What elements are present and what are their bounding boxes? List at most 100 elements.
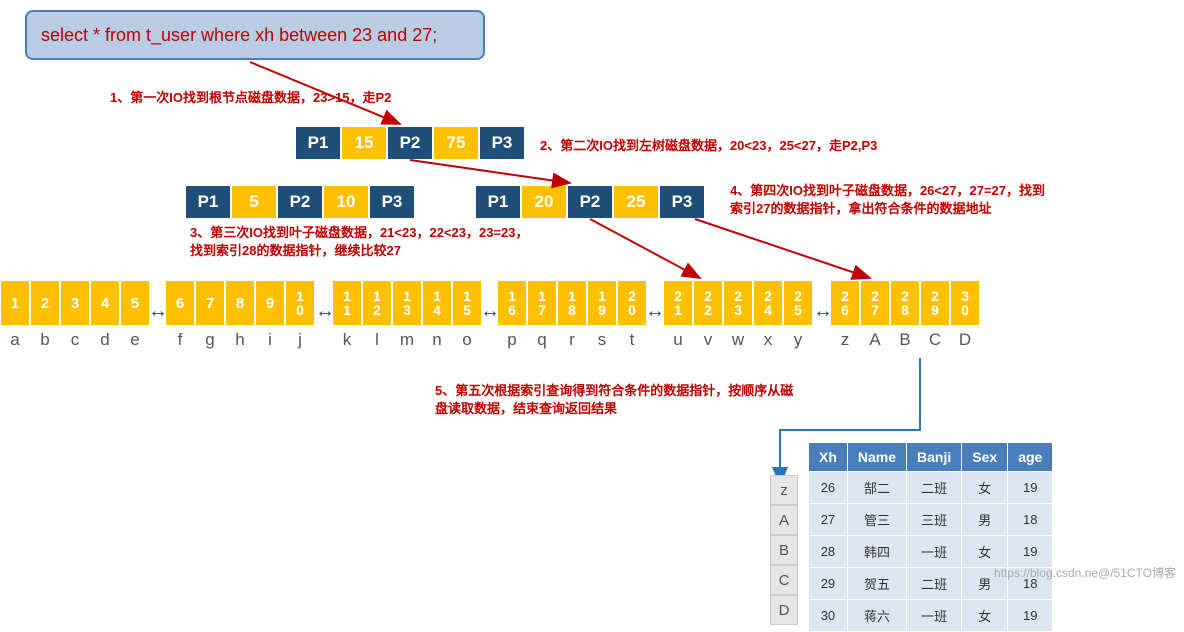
leaf-value: j: [285, 326, 315, 354]
th-banji: Banji: [907, 443, 962, 472]
annotation-5-line1: 5、第五次根据索引查询得到符合条件的数据指针，按顺序从磁: [435, 380, 793, 399]
leaf-block: 12345abcde: [0, 280, 150, 354]
table-cell: 男: [962, 504, 1008, 536]
th-sex: Sex: [962, 443, 1008, 472]
annotation-4-line1: 4、第四次IO找到叶子磁盘数据，26<27，27=27，找到: [730, 180, 1045, 199]
annotation-1: 1、第一次IO找到根节点磁盘数据，23>15，走P2: [110, 87, 391, 106]
leaf-value: k: [332, 326, 362, 354]
table-row: 30蒋六一班女19: [809, 600, 1053, 632]
leaf-value: h: [225, 326, 255, 354]
annotation-3-line1: 3、第三次IO找到叶子磁盘数据，21<23，22<23，23=23，: [190, 222, 529, 241]
watermark: https://blog.csdn.ne@/51CTO博客: [994, 564, 1176, 581]
leaf-value: q: [527, 326, 557, 354]
row-label: D: [770, 595, 798, 625]
leaf-link-icon: ↔: [148, 300, 168, 323]
row-label: C: [770, 565, 798, 595]
btree-root-node: P1 15 P2 75 P3: [295, 126, 525, 160]
leaf-value: B: [890, 326, 920, 354]
leaf-value: A: [860, 326, 890, 354]
leaf-key: 25: [783, 280, 813, 326]
table-row: 26郜二二班女19: [809, 472, 1053, 504]
root-k1: 15: [341, 126, 387, 160]
leaf-value: x: [753, 326, 783, 354]
leaf-key: 13: [392, 280, 422, 326]
leaf-value: r: [557, 326, 587, 354]
leaf-key: 24: [753, 280, 783, 326]
table-cell: 19: [1008, 536, 1053, 568]
leaf-block: 1112131415klmno: [332, 280, 482, 354]
l2l-p2: P2: [277, 185, 323, 219]
row-label: B: [770, 535, 798, 565]
leaf-value: o: [452, 326, 482, 354]
leaf-key: 2: [30, 280, 60, 326]
leaf-key: 4: [90, 280, 120, 326]
leaf-key: 6: [165, 280, 195, 326]
l2r-k1: 20: [521, 185, 567, 219]
leaf-key: 19: [587, 280, 617, 326]
table-row: 27管三三班男18: [809, 504, 1053, 536]
leaf-value: C: [920, 326, 950, 354]
leaf-value: s: [587, 326, 617, 354]
leaf-key: 14: [422, 280, 452, 326]
leaf-key: 1: [0, 280, 30, 326]
leaf-key: 9: [255, 280, 285, 326]
leaf-key: 15: [452, 280, 482, 326]
leaf-value: i: [255, 326, 285, 354]
btree-level2-right: P1 20 P2 25 P3: [475, 185, 705, 219]
leaf-link-icon: ↔: [480, 300, 500, 323]
leaf-value: p: [497, 326, 527, 354]
table-cell: 18: [1008, 504, 1053, 536]
leaf-value: v: [693, 326, 723, 354]
leaf-key: 18: [557, 280, 587, 326]
leaf-block: 2122232425uvwxy: [663, 280, 813, 354]
leaf-value: n: [422, 326, 452, 354]
l2l-p3: P3: [369, 185, 415, 219]
table-cell: 女: [962, 472, 1008, 504]
row-labels: z A B C D: [770, 475, 798, 625]
leaf-value: e: [120, 326, 150, 354]
table-cell: 蒋六: [847, 600, 906, 632]
leaf-key: 21: [663, 280, 693, 326]
table-row: 28韩四一班女19: [809, 536, 1053, 568]
table-cell: 女: [962, 600, 1008, 632]
row-label: z: [770, 475, 798, 505]
leaf-link-icon: ↔: [315, 300, 335, 323]
annotation-3-line2: 找到索引28的数据指针，继续比较27: [190, 240, 401, 259]
leaf-key: 3: [60, 280, 90, 326]
annotation-2: 2、第二次IO找到左树磁盘数据，20<23，25<27，走P2,P3: [540, 135, 877, 154]
th-name: Name: [847, 443, 906, 472]
annotation-4-line2: 索引27的数据指针，拿出符合条件的数据地址: [730, 198, 991, 217]
leaf-value: l: [362, 326, 392, 354]
table-cell: 19: [1008, 472, 1053, 504]
leaf-value: b: [30, 326, 60, 354]
leaf-block: 1617181920pqrst: [497, 280, 647, 354]
l2r-p2: P2: [567, 185, 613, 219]
annotation-5-line2: 盘读取数据，结束查询返回结果: [435, 398, 617, 417]
leaf-value: f: [165, 326, 195, 354]
l2r-k2: 25: [613, 185, 659, 219]
leaf-value: z: [830, 326, 860, 354]
table-cell: 管三: [847, 504, 906, 536]
l2r-p1: P1: [475, 185, 521, 219]
leaf-value: g: [195, 326, 225, 354]
table-cell: 28: [809, 536, 848, 568]
th-xh: Xh: [809, 443, 848, 472]
leaf-value: m: [392, 326, 422, 354]
th-age: age: [1008, 443, 1053, 472]
leaf-value: y: [783, 326, 813, 354]
root-p1: P1: [295, 126, 341, 160]
leaf-key: 22: [693, 280, 723, 326]
leaf-key: 27: [860, 280, 890, 326]
row-label: A: [770, 505, 798, 535]
leaf-value: c: [60, 326, 90, 354]
l2l-p1: P1: [185, 185, 231, 219]
table-cell: 一班: [907, 536, 962, 568]
leaf-key: 7: [195, 280, 225, 326]
leaf-block: 2627282930zABCD: [830, 280, 980, 354]
leaf-link-icon: ↔: [813, 300, 833, 323]
leaf-key: 10: [285, 280, 315, 326]
l2r-p3: P3: [659, 185, 705, 219]
table-cell: 27: [809, 504, 848, 536]
leaf-key: 23: [723, 280, 753, 326]
table-cell: 30: [809, 600, 848, 632]
